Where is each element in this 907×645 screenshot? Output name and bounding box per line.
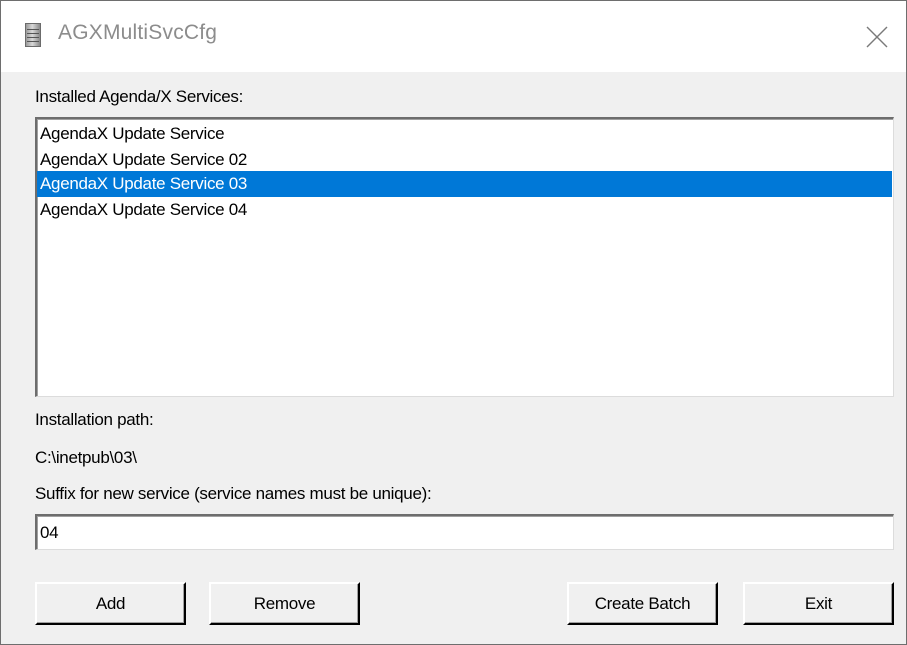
create-batch-button[interactable]: Create Batch [567, 582, 718, 625]
installation-path-label: Installation path: [35, 410, 154, 429]
add-button[interactable]: Add [35, 582, 186, 625]
list-item[interactable]: AgendaX Update Service 04 [37, 197, 892, 223]
exit-button[interactable]: Exit [743, 582, 894, 625]
services-listbox[interactable]: AgendaX Update Service AgendaX Update Se… [35, 117, 894, 397]
window-title: AGXMultiSvcCfg [58, 21, 218, 44]
title-bar: AGXMultiSvcCfg [1, 1, 906, 72]
suffix-label: Suffix for new service (service names mu… [35, 484, 432, 503]
suffix-input[interactable] [35, 514, 894, 550]
services-label: Installed Agenda/X Services: [35, 87, 244, 106]
list-item[interactable]: AgendaX Update Service [37, 121, 892, 147]
list-item-selected[interactable]: AgendaX Update Service 03 [37, 171, 892, 197]
dialog-window: AGXMultiSvcCfg Installed Agenda/X Servic… [0, 0, 907, 645]
installation-path-value: C:\inetpub\03\ [35, 448, 137, 467]
close-button[interactable] [849, 9, 905, 65]
cylinder-icon [25, 23, 41, 47]
close-icon [866, 26, 888, 48]
list-item[interactable]: AgendaX Update Service 02 [37, 147, 892, 173]
remove-button[interactable]: Remove [209, 582, 360, 625]
